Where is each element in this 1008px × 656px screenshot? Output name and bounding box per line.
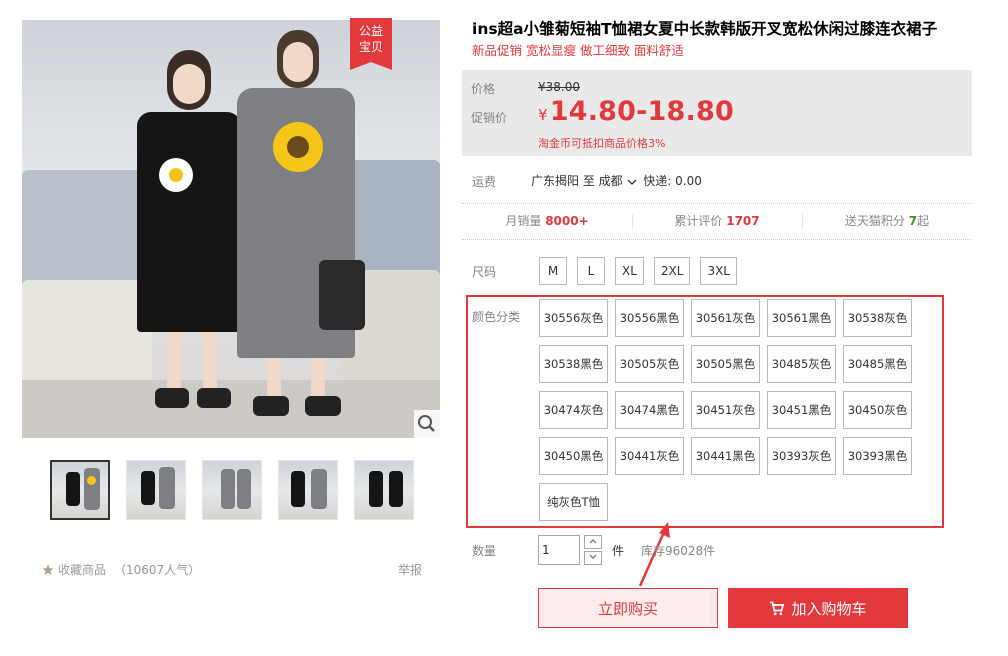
stock-count: 库存96028件: [641, 544, 716, 558]
price-panel: 价格 ¥38.00 促销价 ¥14.80-18.80 淘金币可抵扣商品价格3%: [462, 70, 972, 156]
color-option[interactable]: 30485黑色: [843, 345, 912, 383]
color-option[interactable]: 30561黑色: [767, 299, 836, 337]
quantity-increase-button[interactable]: [584, 535, 602, 549]
quantity-unit: 件: [612, 544, 625, 558]
thumbnail-3[interactable]: [202, 460, 262, 520]
monthly-sales-value: 8000+: [545, 214, 589, 228]
zoom-button[interactable]: [414, 410, 440, 438]
thumbnail-4[interactable]: [278, 460, 338, 520]
cart-icon: [770, 601, 785, 615]
monthly-sales-label: 月销量: [505, 214, 542, 228]
model-grey-dress: [227, 30, 365, 430]
thumbnail-strip: [50, 460, 414, 520]
color-option[interactable]: 30556灰色: [539, 299, 608, 337]
quantity-label: 数量: [472, 544, 497, 558]
color-option[interactable]: 30474灰色: [539, 391, 608, 429]
shipping-express: 快递: 0.00: [643, 174, 702, 188]
color-option[interactable]: 30441黑色: [691, 437, 760, 475]
monthly-sales: 月销量 8000+: [462, 204, 632, 239]
product-subtitle: 新品促销 宽松显瘦 做工细致 面料舒适: [472, 43, 684, 58]
color-option[interactable]: 纯灰色T恤: [539, 483, 608, 521]
color-options: 30556灰色 30556黑色 30561灰色 30561黑色 30538灰色 30538…: [539, 299, 919, 521]
chevron-up-icon: [589, 539, 597, 544]
charity-badge: 公益宝贝: [350, 18, 392, 70]
favorite-label: 收藏商品: [58, 563, 107, 577]
magnifier-icon: [418, 415, 435, 432]
quantity-input[interactable]: 1: [538, 535, 580, 565]
taojinbi-note: 淘金币可抵扣商品价格3%: [538, 137, 666, 150]
color-option[interactable]: 30505灰色: [615, 345, 684, 383]
color-option[interactable]: 30393灰色: [767, 437, 836, 475]
total-reviews-value: 1707: [726, 214, 760, 228]
thumbnail-5[interactable]: [354, 460, 414, 520]
product-stats: 月销量 8000+ 累计评价 1707 送天猫积分 7起: [462, 203, 972, 240]
tmall-points-value: 7: [908, 214, 918, 228]
shipping-label: 运费: [472, 175, 497, 189]
chevron-down-icon: [589, 554, 597, 559]
original-price: ¥38.00: [538, 80, 580, 94]
size-option[interactable]: 2XL: [653, 257, 691, 285]
color-option[interactable]: 30538黑色: [539, 345, 608, 383]
color-option[interactable]: 30505黑色: [691, 345, 760, 383]
original-price-label: 价格: [471, 82, 496, 96]
tmall-points-label: 送天猫积分: [844, 214, 905, 228]
favorite-count: （10607人气）: [114, 563, 201, 577]
tmall-points-suffix: 起: [917, 214, 930, 228]
tmall-points: 送天猫积分 7起: [802, 204, 972, 239]
size-option[interactable]: 3XL: [700, 257, 737, 285]
shipping-info: 广东揭阳 至 成都 快递: 0.00: [531, 172, 702, 189]
chevron-down-icon[interactable]: [627, 178, 637, 186]
size-option[interactable]: L: [577, 257, 605, 285]
promo-price: ¥14.80-18.80: [538, 96, 734, 127]
total-reviews-label: 累计评价: [674, 214, 723, 228]
size-options: M L XL 2XL 3XL: [539, 257, 737, 285]
color-option[interactable]: 30485灰色: [767, 345, 836, 383]
size-option[interactable]: M: [539, 257, 567, 285]
favorite-product[interactable]: 收藏商品 （10607人气）: [42, 561, 200, 578]
color-option[interactable]: 30450黑色: [539, 437, 608, 475]
product-title: ins超a小雏菊短袖T恤裙女夏中长款韩版开叉宽松休闲过膝连衣裙子: [472, 20, 938, 38]
charity-badge-text: 公益宝贝: [358, 24, 383, 54]
color-option[interactable]: 30556黑色: [615, 299, 684, 337]
promo-price-value: 14.80-18.80: [549, 96, 734, 127]
color-option[interactable]: 30393黑色: [843, 437, 912, 475]
thumbnail-2[interactable]: [126, 460, 186, 520]
color-option[interactable]: 30538灰色: [843, 299, 912, 337]
total-reviews[interactable]: 累计评价 1707: [632, 204, 802, 239]
color-option[interactable]: 30451灰色: [691, 391, 760, 429]
star-icon: [42, 564, 54, 575]
main-product-image[interactable]: [22, 20, 440, 438]
buy-now-button[interactable]: 立即购买: [538, 588, 718, 628]
color-option[interactable]: 30561灰色: [691, 299, 760, 337]
currency-symbol: ¥: [538, 106, 548, 124]
color-label: 颜色分类: [472, 310, 521, 324]
thumbnail-1[interactable]: [50, 460, 110, 520]
color-option[interactable]: 30474黑色: [615, 391, 684, 429]
size-option[interactable]: XL: [615, 257, 644, 285]
add-to-cart-label: 加入购物车: [791, 599, 867, 618]
color-option[interactable]: 30451黑色: [767, 391, 836, 429]
report-link[interactable]: 举报: [398, 561, 422, 578]
color-option[interactable]: 30450灰色: [843, 391, 912, 429]
promo-price-label: 促销价: [471, 111, 508, 125]
shipping-route[interactable]: 广东揭阳 至 成都: [531, 174, 623, 188]
color-option[interactable]: 30441灰色: [615, 437, 684, 475]
add-to-cart-button[interactable]: 加入购物车: [728, 588, 908, 628]
size-label: 尺码: [472, 265, 497, 279]
quantity-decrease-button[interactable]: [584, 551, 602, 565]
